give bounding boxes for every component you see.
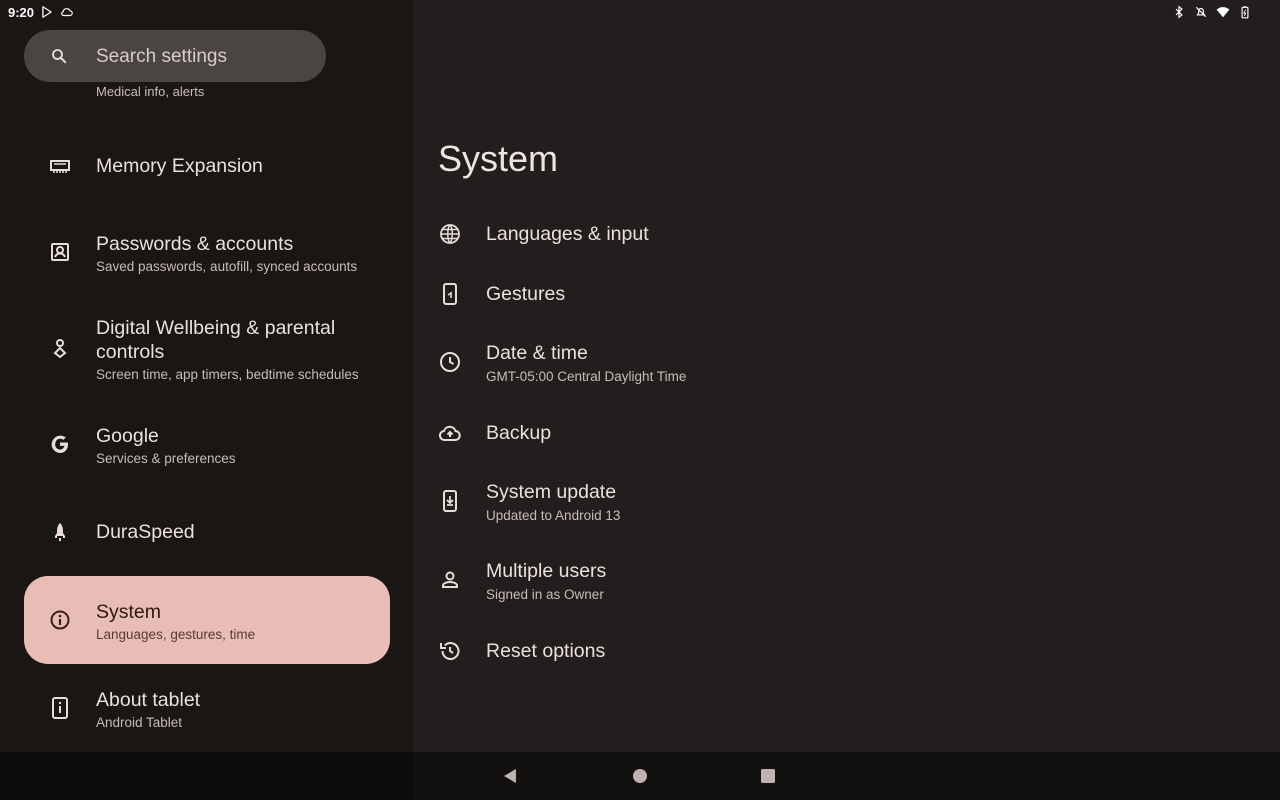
- play-store-icon: [40, 5, 54, 19]
- nav-item-title: Passwords & accounts: [96, 233, 294, 255]
- nav-item-summary: Services & preferences: [96, 451, 236, 466]
- account-box-icon: [48, 240, 72, 264]
- setting-multiple-users[interactable]: Multiple users Signed in as Owner: [438, 550, 1258, 612]
- back-icon[interactable]: [500, 766, 520, 786]
- setting-system-update[interactable]: System update Updated to Android 13: [438, 471, 1258, 533]
- search-placeholder: Search settings: [96, 46, 227, 67]
- navigation-bar-left: [0, 752, 414, 800]
- globe-icon: [438, 222, 462, 246]
- rocket-icon: [48, 520, 72, 544]
- nav-item-title: System: [96, 601, 162, 623]
- setting-summary: Signed in as Owner: [486, 587, 604, 602]
- nav-item-summary: Screen time, app timers, bedtime schedul…: [96, 367, 359, 382]
- wifi-icon: [1216, 5, 1230, 19]
- gestures-icon: [438, 282, 462, 306]
- nav-item-title: About tablet: [96, 689, 201, 711]
- nav-item-title: Google: [96, 425, 159, 447]
- nav-item-summary: Android Tablet: [96, 715, 183, 730]
- setting-languages-input[interactable]: Languages & input: [438, 210, 1258, 258]
- setting-reset-options[interactable]: Reset options: [438, 627, 1258, 675]
- page-title: System: [438, 138, 559, 179]
- notifications-off-icon: [1194, 5, 1208, 19]
- nav-item-title: Memory Expansion: [96, 155, 263, 177]
- status-bar-right: [1172, 4, 1252, 20]
- info-icon: [48, 608, 72, 632]
- recents-icon[interactable]: [758, 766, 778, 786]
- system-update-icon: [438, 489, 462, 513]
- nav-item-system[interactable]: System Languages, gestures, time: [24, 576, 390, 664]
- nav-item-summary: Saved passwords, autofill, synced accoun…: [96, 259, 358, 274]
- setting-title: Backup: [486, 422, 552, 444]
- setting-title: Gestures: [486, 283, 566, 305]
- nav-item-passwords-accounts[interactable]: Passwords & accounts Saved passwords, au…: [24, 222, 390, 286]
- nav-item-title: Digital Wellbeing & parental controls: [96, 317, 336, 363]
- nav-item-summary: Languages, gestures, time: [96, 627, 256, 642]
- history-icon: [438, 639, 462, 663]
- home-icon[interactable]: [630, 766, 650, 786]
- setting-backup[interactable]: Backup: [438, 409, 1258, 457]
- setting-title: Date & time: [486, 342, 588, 364]
- wellbeing-icon: [48, 336, 72, 360]
- cloud-upload-icon: [438, 421, 462, 445]
- person-icon: [438, 568, 462, 592]
- bluetooth-icon: [1172, 5, 1186, 19]
- setting-title: System update: [486, 481, 617, 503]
- status-bar-left: 9:20: [8, 3, 74, 21]
- google-icon: [48, 432, 72, 456]
- memory-icon: [48, 154, 72, 178]
- setting-summary: GMT-05:00 Central Daylight Time: [486, 369, 687, 384]
- setting-gestures[interactable]: Gestures: [438, 270, 1258, 318]
- tablet-info-icon: [48, 696, 72, 720]
- setting-date-time[interactable]: Date & time GMT-05:00 Central Daylight T…: [438, 332, 1258, 394]
- setting-summary: Updated to Android 13: [486, 508, 621, 523]
- cloud-sync-icon: [60, 5, 74, 19]
- search-bar[interactable]: Search settings: [24, 30, 326, 82]
- nav-item-duraspeed[interactable]: DuraSpeed: [24, 506, 390, 558]
- nav-item-title: DuraSpeed: [96, 521, 195, 543]
- nav-item-memory-expansion[interactable]: Memory Expansion: [24, 140, 390, 192]
- search-icon: [50, 47, 68, 65]
- nav-item-google[interactable]: Google Services & preferences: [24, 414, 390, 476]
- nav-item-about-tablet[interactable]: About tablet Android Tablet: [24, 678, 390, 740]
- partially-hidden-summary: Medical info, alerts: [96, 84, 205, 99]
- setting-title: Languages & input: [486, 223, 649, 245]
- setting-title: Multiple users: [486, 560, 607, 582]
- clock-icon: [438, 350, 462, 374]
- nav-item-digital-wellbeing[interactable]: Digital Wellbeing & parental controls Sc…: [24, 306, 390, 392]
- setting-title: Reset options: [486, 640, 606, 662]
- battery-icon: [1238, 5, 1252, 19]
- clock-text: 9:20: [8, 4, 35, 20]
